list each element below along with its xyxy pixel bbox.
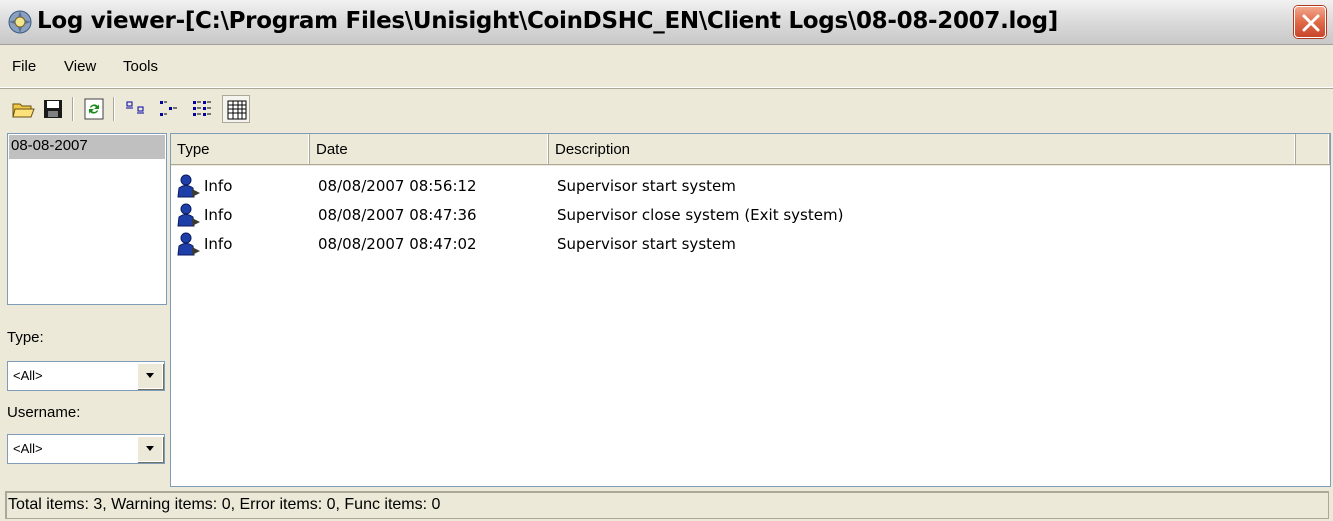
log-date: 08/08/2007 08:47:02 xyxy=(318,235,477,253)
log-row[interactable]: Info 08/08/2007 08:47:02 Supervisor star… xyxy=(171,230,1330,258)
user-icon xyxy=(177,203,200,227)
toolbar-separator xyxy=(113,97,115,121)
date-list[interactable]: 08-08-2007 xyxy=(7,133,167,305)
chevron-down-icon xyxy=(146,373,154,378)
list-view-button[interactable] xyxy=(188,95,216,123)
toolbar xyxy=(0,89,1333,131)
column-header-filler xyxy=(1296,134,1330,165)
column-header-description[interactable]: Description xyxy=(549,134,1296,165)
menu-bar: File View Tools xyxy=(0,46,1333,88)
close-icon xyxy=(1302,14,1320,32)
date-list-item[interactable]: 08-08-2007 xyxy=(9,135,165,159)
type-select-value: <All> xyxy=(13,368,43,383)
username-dropdown-button[interactable] xyxy=(137,436,163,462)
small-icons-icon xyxy=(160,101,177,116)
title-bar: Log viewer-[C:\Program Files\Unisight\Co… xyxy=(0,0,1333,45)
menu-tools[interactable]: Tools xyxy=(123,58,158,75)
user-icon xyxy=(177,174,200,198)
refresh-button[interactable] xyxy=(80,95,108,123)
log-row[interactable]: Info 08/08/2007 08:56:12 Supervisor star… xyxy=(171,172,1330,200)
log-description: Supervisor start system xyxy=(557,235,736,253)
details-view-button[interactable] xyxy=(222,95,250,123)
menu-view[interactable]: View xyxy=(64,58,96,75)
log-row[interactable]: Info 08/08/2007 08:47:36 Supervisor clos… xyxy=(171,201,1330,229)
app-icon xyxy=(8,10,32,34)
filter-panel: 08-08-2007 Type: <All> Username: <All> xyxy=(0,131,170,486)
user-icon xyxy=(177,232,200,256)
username-label: Username: xyxy=(7,404,81,421)
list-icon xyxy=(193,101,211,116)
window-title: Log viewer-[C:\Program Files\Unisight\Co… xyxy=(37,8,1058,34)
open-button[interactable] xyxy=(9,95,37,123)
large-icons-button[interactable] xyxy=(122,95,150,123)
details-icon xyxy=(227,100,247,120)
log-date: 08/08/2007 08:47:36 xyxy=(318,206,477,224)
menu-file[interactable]: File xyxy=(12,58,36,75)
username-select[interactable]: <All> xyxy=(7,434,165,464)
large-icons-icon xyxy=(126,101,144,114)
username-select-value: <All> xyxy=(13,441,43,456)
close-button[interactable] xyxy=(1294,6,1326,38)
log-list-header: Type Date Description xyxy=(171,134,1330,166)
log-date: 08/08/2007 08:56:12 xyxy=(318,177,477,195)
log-list[interactable]: Type Date Description Info 08/08/2007 08… xyxy=(170,133,1331,487)
log-type: Info xyxy=(204,206,233,224)
column-header-type[interactable]: Type xyxy=(171,134,310,165)
small-icons-button[interactable] xyxy=(155,95,183,123)
type-dropdown-button[interactable] xyxy=(137,363,163,389)
type-label: Type: xyxy=(7,329,44,346)
toolbar-separator xyxy=(72,97,74,121)
log-type: Info xyxy=(204,235,233,253)
open-folder-icon xyxy=(12,103,35,118)
refresh-icon xyxy=(84,98,104,120)
log-type: Info xyxy=(204,177,233,195)
type-select[interactable]: <All> xyxy=(7,361,165,391)
status-bar: Total items: 3, Warning items: 0, Error … xyxy=(0,489,1333,521)
status-text: Total items: 3, Warning items: 0, Error … xyxy=(5,491,1329,519)
log-description: Supervisor start system xyxy=(557,177,736,195)
save-button[interactable] xyxy=(39,95,67,123)
chevron-down-icon xyxy=(146,446,154,451)
log-description: Supervisor close system (Exit system) xyxy=(557,206,844,224)
column-header-date[interactable]: Date xyxy=(310,134,549,165)
save-icon xyxy=(44,100,62,118)
